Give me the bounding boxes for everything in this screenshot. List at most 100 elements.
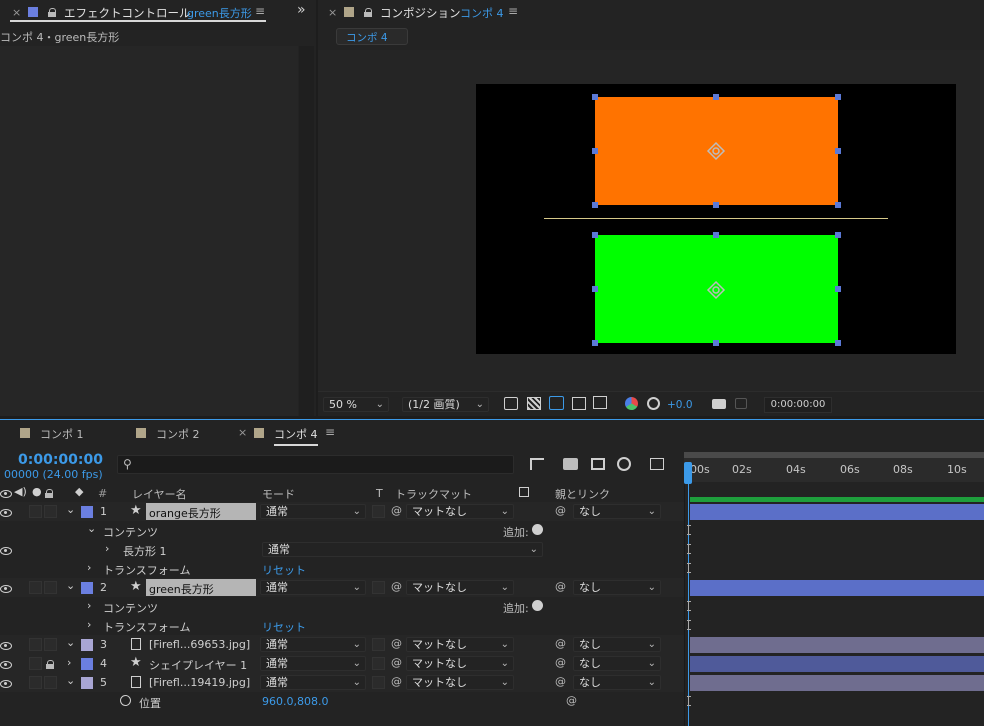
viewer-timecode[interactable]: 0:00:00:00	[764, 397, 832, 413]
color-management-icon[interactable]	[647, 397, 660, 410]
audio-toggle[interactable]	[29, 638, 42, 651]
preserve-transparency-toggle[interactable]	[372, 676, 385, 689]
layer-bar[interactable]	[690, 504, 984, 520]
shape-line[interactable]	[544, 218, 888, 219]
close-icon[interactable]: ×	[328, 6, 337, 19]
col-trackmatte[interactable]: トラックマット	[395, 486, 472, 502]
col-layer-name[interactable]: レイヤー名	[132, 486, 187, 502]
fast-preview-icon[interactable]	[504, 397, 518, 410]
panel-menu-icon[interactable]: ≡	[255, 4, 265, 18]
audio-toggle[interactable]	[29, 657, 42, 670]
audio-toggle[interactable]	[29, 505, 42, 518]
label-tag-icon[interactable]: ◆	[75, 485, 83, 498]
audio-toggle[interactable]	[29, 581, 42, 594]
selection-handle[interactable]	[592, 148, 598, 154]
transform-row-2[interactable]: › トランスフォーム リセット	[0, 616, 984, 635]
mask-visibility-icon[interactable]	[549, 396, 564, 410]
expand-chevron-icon[interactable]: ⌄	[66, 579, 75, 592]
layer-bar[interactable]	[690, 637, 984, 653]
panel-menu-icon[interactable]: ≡	[508, 4, 518, 18]
panel-expand-icon[interactable]: »	[297, 2, 306, 18]
selection-handle[interactable]	[592, 286, 598, 292]
parent-dropdown[interactable]: なし ⌄	[573, 580, 661, 595]
selection-handle[interactable]	[592, 202, 598, 208]
reset-link[interactable]: リセット	[262, 619, 306, 635]
lock-toggle[interactable]	[44, 505, 57, 518]
transparency-grid-icon[interactable]	[527, 397, 541, 410]
mode-dropdown[interactable]: 通常 ⌄	[260, 637, 366, 652]
stopwatch-icon[interactable]	[120, 695, 131, 706]
selection-handle[interactable]	[713, 94, 719, 100]
layer-name-field[interactable]: orange長方形	[146, 503, 256, 520]
selection-handle[interactable]	[592, 340, 598, 346]
matte-pickwhip-icon[interactable]: @	[391, 637, 402, 650]
comp-flowchart-icon[interactable]	[530, 458, 544, 470]
draft-3d-icon[interactable]	[563, 458, 578, 470]
search-input[interactable]: ⚲	[117, 455, 514, 474]
trackmatte-dropdown[interactable]: マットなし ⌄	[406, 675, 514, 690]
resolution-dropdown[interactable]: (1/2 画質) ⌄	[402, 397, 489, 412]
mode-dropdown[interactable]: 通常 ⌄	[260, 656, 366, 671]
eye-icon[interactable]	[0, 660, 12, 669]
comp-panel-tab[interactable]: × コンポジション コンポ 4 ≡	[326, 4, 526, 22]
solo-icon[interactable]: ●	[32, 485, 42, 498]
time-ruler[interactable]	[684, 452, 984, 482]
layer-name-field[interactable]: green長方形	[146, 579, 256, 596]
col-parent[interactable]: 親とリンク	[555, 486, 610, 502]
col-mode[interactable]: モード	[262, 486, 295, 502]
mode-dropdown[interactable]: 通常 ⌄	[260, 504, 366, 519]
eye-icon[interactable]	[0, 508, 12, 517]
timeline-tab-comp4[interactable]: × コンポ 4 ≡	[232, 424, 342, 446]
selection-handle[interactable]	[592, 232, 598, 238]
panel-menu-icon[interactable]: ≡	[325, 425, 335, 439]
selection-handle[interactable]	[713, 340, 719, 346]
expand-chevron-icon[interactable]: ⌄	[66, 636, 75, 649]
layer-name[interactable]: [Firefl...69653.jpg]	[149, 638, 250, 651]
anchor-point-icon[interactable]	[706, 141, 726, 161]
matte-pickwhip-icon[interactable]: @	[391, 580, 402, 593]
expand-chevron-icon[interactable]: ⌄	[87, 522, 96, 535]
parent-pickwhip-icon[interactable]: @	[555, 675, 566, 688]
layer-row-4[interactable]: › 4 ★ シェイプレイヤー 1 通常 ⌄ @ マットなし ⌄ @ なし ⌄	[0, 654, 984, 673]
region-of-interest-icon[interactable]	[572, 397, 586, 410]
audio-toggle[interactable]	[29, 676, 42, 689]
parent-pickwhip-icon[interactable]: @	[555, 656, 566, 669]
blend-mode-dropdown[interactable]: 通常 ⌄	[262, 542, 543, 557]
selection-handle[interactable]	[835, 94, 841, 100]
expand-chevron-icon[interactable]: ⌄	[66, 503, 75, 516]
exposure-value[interactable]: +0.0	[667, 399, 693, 411]
selection-handle[interactable]	[713, 202, 719, 208]
selection-handle[interactable]	[835, 148, 841, 154]
layer-name[interactable]: シェイプレイヤー 1	[149, 657, 247, 673]
layer-bar[interactable]	[690, 580, 984, 596]
lock-toggle[interactable]	[44, 676, 57, 689]
layer-bar[interactable]	[690, 675, 984, 691]
current-timecode[interactable]: 0:00:00:00	[18, 452, 103, 468]
layer-bar[interactable]	[690, 656, 984, 672]
expand-chevron-icon[interactable]: ›	[87, 618, 91, 631]
close-icon[interactable]: ×	[12, 6, 21, 19]
graph-editor-icon[interactable]	[650, 458, 664, 470]
add-button-icon[interactable]	[532, 600, 543, 611]
position-row[interactable]: 位置 960.0,808.0 @	[0, 692, 984, 711]
layer-row-1[interactable]: ⌄ 1 ★ orange長方形 通常 ⌄ @ マットなし ⌄ @ なし ⌄	[0, 502, 984, 521]
grid-guide-icon[interactable]	[593, 396, 607, 409]
motion-blur-icon[interactable]	[617, 457, 631, 471]
matte-pickwhip-icon[interactable]: @	[391, 675, 402, 688]
close-icon[interactable]: ×	[238, 426, 247, 439]
selection-handle[interactable]	[713, 232, 719, 238]
add-button-icon[interactable]	[532, 524, 543, 535]
transform-row-1[interactable]: › トランスフォーム リセット	[0, 559, 984, 578]
timeline-tab-comp1[interactable]: コンポ 1	[0, 424, 110, 442]
video-visibility-icon[interactable]	[0, 489, 12, 498]
preserve-transparency-toggle[interactable]	[372, 581, 385, 594]
parent-dropdown[interactable]: なし ⌄	[573, 637, 661, 652]
zoom-dropdown[interactable]: 50 % ⌄	[323, 397, 389, 412]
parent-dropdown[interactable]: なし ⌄	[573, 656, 661, 671]
label-color[interactable]	[81, 677, 93, 689]
layer-row-3[interactable]: ⌄ 3 [Firefl...69653.jpg] 通常 ⌄ @ マットなし ⌄ @ …	[0, 635, 984, 654]
playhead[interactable]	[684, 462, 692, 484]
timeline-tab-comp2[interactable]: コンポ 2	[116, 424, 226, 442]
rectangle-row-1[interactable]: › 長方形 1 通常 ⌄	[0, 540, 984, 559]
camera-icon[interactable]	[712, 399, 726, 409]
